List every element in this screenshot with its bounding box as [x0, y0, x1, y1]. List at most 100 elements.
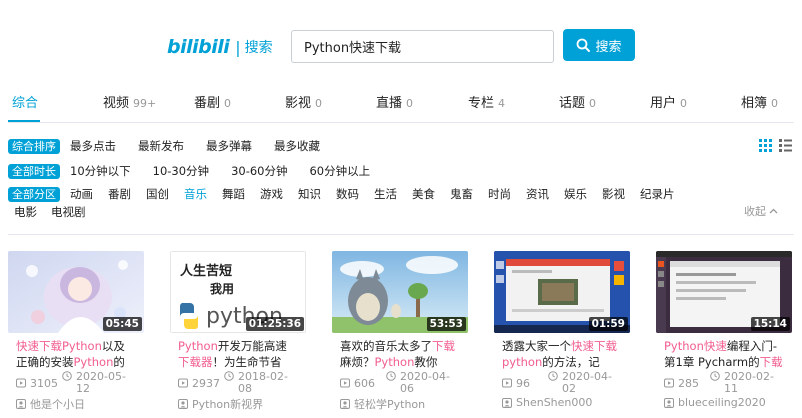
uploader[interactable]: blueceiling2020	[664, 396, 766, 409]
video-card[interactable]: 人生苦短 我用 python 01:25:36 Python开发万能高速下载器！…	[170, 251, 306, 418]
filter-zone-option[interactable]: 舞蹈	[222, 186, 245, 202]
video-title[interactable]: Python快速编程入门-第1章 Pycharm的下载	[664, 338, 784, 370]
video-title[interactable]: 透露大家一个快速下载python的方法，记	[502, 338, 622, 370]
clock-icon	[62, 371, 72, 381]
thumb-text-line1: 人生苦短	[180, 263, 232, 279]
filter-order-selected[interactable]: 综合排序	[8, 138, 60, 154]
play-count: 3105	[16, 377, 62, 390]
tab-video[interactable]: 视频 99+	[103, 92, 156, 111]
filter-duration-option[interactable]: 10-30分钟	[153, 163, 209, 179]
filter-zone-option[interactable]: 电影	[14, 204, 37, 220]
uploader[interactable]: ShenShen000	[502, 396, 592, 409]
filter-zone-option[interactable]: 国创	[146, 186, 169, 202]
tab-album[interactable]: 相簿 0	[741, 92, 778, 111]
video-title[interactable]: 喜欢的音乐太多了下载麻烦？Python教你	[340, 338, 460, 370]
tabs-divider	[8, 122, 794, 123]
video-title[interactable]: Python开发万能高速下载器！为生命节省	[178, 338, 298, 370]
video-card[interactable]: 53:53 喜欢的音乐太多了下载麻烦？Python教你 606 2020-04-…	[332, 251, 468, 418]
uploader[interactable]: Python新视界	[178, 396, 263, 412]
filter-duration-selected[interactable]: 全部时长	[8, 163, 60, 179]
play-count: 2937	[178, 377, 224, 390]
tab-count: 0	[771, 97, 779, 110]
filter-order-option[interactable]: 最多弹幕	[206, 138, 252, 154]
tab-topic[interactable]: 话题 0	[559, 92, 596, 111]
filter-order-option[interactable]: 最多点击	[70, 138, 116, 154]
grid-view-icon[interactable]	[759, 139, 772, 152]
filter-zone-option[interactable]: 美食	[412, 186, 435, 202]
video-thumbnail[interactable]: 15:14	[656, 251, 792, 333]
play-count-icon	[340, 378, 350, 388]
filter-zone-option[interactable]: 生活	[374, 186, 397, 202]
tab-bangumi[interactable]: 番剧 0	[194, 92, 231, 111]
video-thumbnail[interactable]: 53:53	[332, 251, 468, 333]
tab-count: 4	[498, 97, 506, 110]
video-card[interactable]: 05:45 快速下载Python以及正确的安装Python的 3105 2020…	[8, 251, 144, 418]
upload-date: 2018-02-08	[224, 371, 290, 395]
tab-live[interactable]: 直播 0	[376, 92, 413, 111]
filter-zone-selected[interactable]: 全部分区	[8, 186, 60, 202]
clock-icon	[224, 371, 234, 381]
clock-icon	[386, 371, 396, 381]
filter-zone-option[interactable]: 影视	[602, 186, 625, 202]
play-count: 96	[502, 377, 548, 390]
filter-zone-option[interactable]: 娱乐	[564, 186, 587, 202]
filter-zone-option[interactable]: 知识	[298, 186, 321, 202]
clock-icon	[710, 371, 720, 381]
play-count-icon	[16, 378, 26, 388]
filter-duration-option[interactable]: 60分钟以上	[309, 163, 370, 179]
tab-count: 0	[406, 97, 414, 110]
collapse-label: 收起	[744, 205, 766, 218]
play-count: 606	[340, 377, 386, 390]
filter-zone-option[interactable]: 番剧	[108, 186, 131, 202]
filter-duration-option[interactable]: 10分钟以下	[70, 163, 131, 179]
filter-zone-option[interactable]: 纪录片	[640, 186, 675, 202]
play-count-icon	[178, 378, 188, 388]
video-meta: 3105 2020-05-12	[16, 371, 144, 395]
video-card[interactable]: 15:14 Python快速编程入门-第1章 Pycharm的下载 285 20…	[656, 251, 792, 418]
tab-count: 0	[589, 97, 597, 110]
upload-date: 2020-05-12	[62, 371, 128, 395]
video-title[interactable]: 快速下载Python以及正确的安装Python的	[16, 338, 136, 370]
video-thumbnail[interactable]: 人生苦短 我用 python 01:25:36	[170, 251, 306, 333]
bilibili-logo[interactable]: bilibili | 搜索	[167, 33, 273, 61]
search-button[interactable]: 搜索	[563, 29, 635, 61]
filter-zone-option[interactable]: 资讯	[526, 186, 549, 202]
filter-order-option[interactable]: 最多收藏	[274, 138, 320, 154]
upload-date: 2020-02-11	[710, 371, 776, 395]
video-duration: 53:53	[426, 317, 466, 331]
tab-all[interactable]: 综合	[12, 92, 38, 111]
uploader-icon	[178, 399, 188, 409]
filter-zone-option[interactable]: 数码	[336, 186, 359, 202]
uploader-icon	[664, 397, 674, 408]
filter-zone-option[interactable]: 鬼畜	[450, 186, 473, 202]
filter-zone-option-active[interactable]: 音乐	[184, 186, 207, 202]
filter-order-option[interactable]: 最新发布	[138, 138, 184, 154]
filter-zone-option[interactable]: 动画	[70, 186, 93, 202]
video-meta: 2937 2018-02-08	[178, 371, 306, 395]
filter-zone-option[interactable]: 游戏	[260, 186, 283, 202]
search-input[interactable]	[291, 30, 554, 63]
video-thumbnail[interactable]: 05:45	[8, 251, 144, 333]
video-card[interactable]: 01:59 透露大家一个快速下载python的方法，记 96 2020-04-0…	[494, 251, 630, 418]
video-thumbnail[interactable]: 01:59	[494, 251, 630, 333]
filter-duration-option[interactable]: 30-60分钟	[231, 163, 287, 179]
tab-count: 0	[680, 97, 688, 110]
video-duration: 01:59	[588, 317, 628, 331]
uploader[interactable]: 轻松学Python	[340, 396, 425, 412]
tab-count: 0	[315, 97, 323, 110]
tab-user[interactable]: 用户 0	[650, 92, 687, 111]
list-view-icon[interactable]	[779, 139, 792, 152]
tab-movie[interactable]: 影视 0	[285, 92, 322, 111]
filter-zone-option[interactable]: 电视剧	[51, 204, 86, 220]
uploader[interactable]: 他是个小日	[16, 396, 85, 412]
filter-zone-row: 全部分区 动画 番剧 国创 音乐 舞蹈 游戏 知识 数码 生活 美食 鬼畜 时尚…	[8, 185, 690, 203]
search-icon	[577, 38, 591, 52]
result-type-tabs: 综合 视频 99+ 番剧 0 影视 0 直播 0 专栏 4 话题 0 用户 0 相簿 0	[0, 82, 802, 122]
play-count-icon	[502, 378, 512, 388]
video-meta: 285 2020-02-11	[664, 371, 792, 395]
collapse-filters-button[interactable]: 收起	[744, 203, 778, 219]
tab-article[interactable]: 专栏 4	[468, 92, 505, 111]
logo-search-text: 搜索	[244, 40, 273, 56]
video-meta: 96 2020-04-02	[502, 371, 630, 395]
filter-zone-option[interactable]: 时尚	[488, 186, 511, 202]
